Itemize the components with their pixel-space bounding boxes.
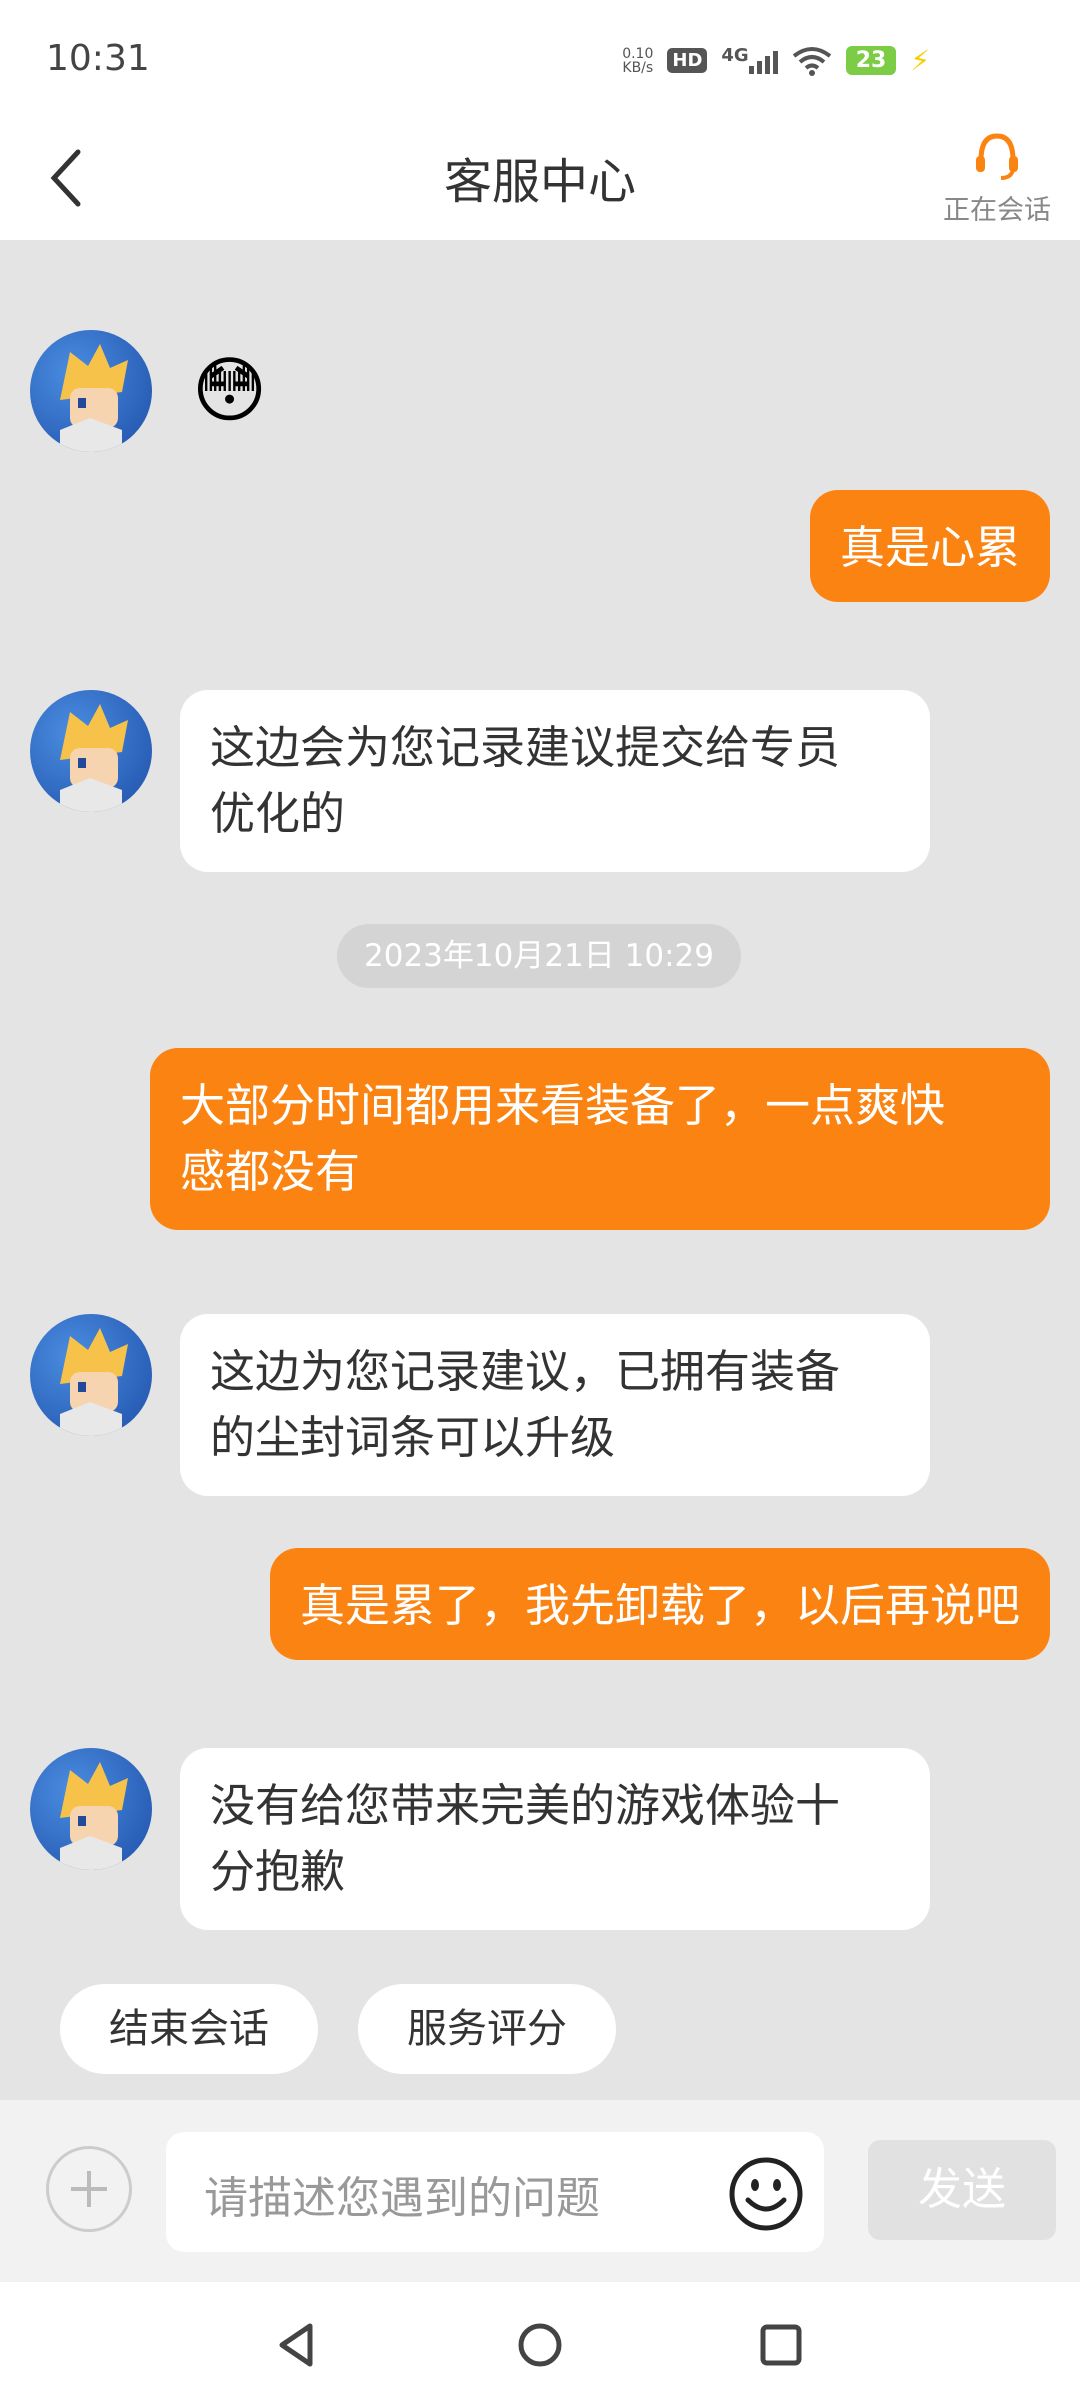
agent-avatar[interactable] [30, 1748, 152, 1870]
agent-message: 这边为您记录建议，已拥有装备 的尘封词条可以升级 [180, 1314, 930, 1496]
user-message: 真是心累 [809, 490, 1050, 602]
status-time: 10:31 [46, 38, 150, 79]
message-input-placeholder: 请描述您遇到的问题 [204, 2173, 600, 2224]
avatar-image [60, 1762, 128, 1870]
status-icons: 0.10 KB/s HD 4G 23 ⚡ [622, 44, 930, 77]
chat-messages[interactable]: 😳 真是心累 这边会为您记录建议提交给专员 优化的 2023年10月21日 10… [0, 240, 1080, 2100]
battery-icon: 23 [845, 46, 897, 75]
agent-avatar[interactable] [30, 1314, 152, 1436]
wifi-icon [792, 46, 831, 76]
end-session-button[interactable]: 结束会话 [60, 1984, 318, 2074]
nav-recents-icon[interactable] [756, 2320, 806, 2370]
nav-home-icon[interactable] [515, 2320, 565, 2370]
avatar-image [60, 704, 128, 812]
nav-back-icon[interactable] [272, 2320, 322, 2370]
attach-button[interactable] [46, 2146, 132, 2232]
avatar-image [60, 1328, 128, 1436]
headset-icon [976, 133, 1018, 180]
send-button[interactable]: 发送 [868, 2140, 1056, 2240]
agent-message: 没有给您带来完美的游戏体验十 分抱歉 [180, 1748, 930, 1930]
status-bar: 10:31 0.10 KB/s HD 4G 23 ⚡ [0, 0, 1080, 120]
session-status-label: 正在会话 [943, 195, 1051, 226]
session-status[interactable]: 正在会话 [932, 130, 1062, 227]
avatar-image [60, 344, 128, 452]
hd-icon: HD [667, 48, 708, 73]
user-message: 大部分时间都用来看装备了，一点爽快 感都没有 [150, 1048, 1050, 1230]
input-bar: 请描述您遇到的问题 发送 [0, 2100, 1080, 2282]
agent-avatar[interactable] [30, 330, 152, 452]
system-navigation-bar [0, 2282, 1080, 2408]
plus-icon [71, 2171, 107, 2207]
message-input[interactable]: 请描述您遇到的问题 [166, 2132, 824, 2252]
agent-message: 这边会为您记录建议提交给专员 优化的 [180, 690, 930, 872]
charging-icon: ⚡ [910, 44, 930, 77]
agent-avatar[interactable] [30, 690, 152, 812]
cellular-signal-icon: 4G [721, 45, 778, 74]
page-title: 客服中心 [443, 154, 636, 210]
header: 客服中心 正在会话 [0, 120, 1080, 240]
emoji-message: 😳 [192, 348, 268, 432]
message-timestamp: 2023年10月21日 10:29 [337, 924, 741, 988]
smiley-icon[interactable] [728, 2156, 804, 2232]
network-speed: 0.10 KB/s [622, 45, 654, 76]
user-message: 真是累了，我先卸载了，以后再说吧 [269, 1548, 1050, 1660]
rate-service-button[interactable]: 服务评分 [358, 1984, 616, 2074]
